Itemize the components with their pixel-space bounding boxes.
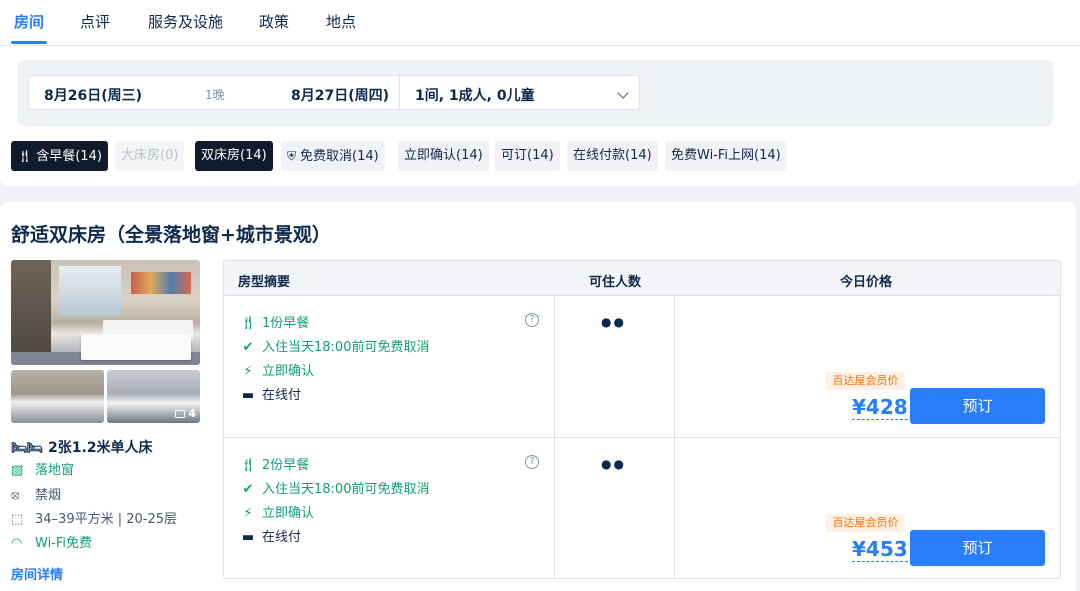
help-icon[interactable]: ?	[525, 313, 539, 327]
room-price[interactable]: ¥428	[852, 395, 908, 420]
cancel-policy: ✔ 入住当天18:00前可免费取消	[240, 336, 430, 355]
room-card: 舒适双床房（全景落地窗+城市景观） 4 🛏︎🛏︎ 2张1.2米单人床 ▨ 落地窗 ⦻…	[0, 202, 1076, 591]
breakfast-info: 🍴︎ 1份早餐	[240, 316, 310, 331]
filter-instant-confirm[interactable]: 立即确认(14)	[398, 141, 489, 171]
utensils-icon: 🍴︎	[240, 316, 257, 331]
book-button[interactable]: 预订	[910, 388, 1045, 424]
room-details-link[interactable]: 房间详情	[11, 564, 63, 583]
header-occupancy: 可住人数	[589, 275, 642, 290]
tab-bar: 房间 点评 服务及设施 政策 地点	[0, 0, 1080, 46]
payment-method: ▬ 在线付	[241, 530, 302, 545]
active-tab-indicator	[11, 41, 47, 44]
payment-method: ▬ 在线付	[241, 388, 302, 403]
checkin-date[interactable]: 8月26日(周三)	[44, 85, 142, 105]
shield-icon: ⛨	[287, 149, 297, 163]
room-thumbnail[interactable]	[11, 370, 104, 423]
guest-summary: 1间, 1成人, 0儿童	[415, 88, 535, 104]
filter-king-bed: 大床房(0)	[115, 141, 185, 171]
amenity-no-smoking: ⦻ 禁烟	[11, 488, 62, 503]
header-summary: 房型摘要	[238, 275, 291, 290]
room-thumbnail-more[interactable]: 4	[107, 370, 200, 423]
tab-policies[interactable]: 政策	[259, 11, 289, 32]
person-icon: ●	[613, 315, 626, 329]
tab-reviews[interactable]: 点评	[80, 11, 110, 32]
person-icon: ●	[601, 457, 614, 471]
person-icon: ●	[601, 315, 614, 329]
amenity-wifi: ◠ Wi-Fi免费	[11, 536, 93, 551]
member-price-tag: 百达屋会员价	[826, 372, 905, 390]
occupancy-icons: ●●	[601, 315, 626, 329]
filter-twin-bed[interactable]: 双床房(14)	[195, 141, 273, 171]
date-range-picker[interactable]: 8月26日(周三) 1晚 8月27日(周四)	[28, 75, 400, 110]
filter-breakfast[interactable]: 🍴︎ 含早餐(14)	[11, 141, 108, 171]
guest-selector[interactable]: 1间, 1成人, 0儿童	[399, 75, 640, 110]
rate-table: 房型摘要 可住人数 今日价格 🍴︎ 1份早餐 ? ✔ 入住当天18:00前可免费取消…	[223, 260, 1061, 579]
area-icon: ⬚	[11, 512, 24, 527]
row-divider	[224, 437, 1060, 438]
room-title: 舒适双床房（全景落地窗+城市景观）	[11, 224, 331, 246]
lightning-icon: ⚡︎	[243, 506, 253, 521]
header-price: 今日价格	[840, 275, 893, 290]
card-icon: ▬	[241, 530, 255, 545]
utensils-icon: 🍴︎	[17, 149, 33, 163]
occupancy-icons: ●●	[601, 457, 626, 471]
nights-count: 1晚	[205, 88, 225, 102]
help-icon[interactable]: ?	[525, 455, 539, 469]
cancel-policy: ✔ 入住当天18:00前可免费取消	[240, 478, 430, 497]
filter-online-pay[interactable]: 在线付款(14)	[567, 141, 658, 171]
room-price[interactable]: ¥453	[852, 537, 908, 562]
amenity-window: ▨ 落地窗	[11, 463, 75, 478]
check-circle-icon: ✔	[242, 340, 254, 355]
filter-free-wifi[interactable]: 免费Wi-Fi上网(14)	[665, 141, 787, 171]
check-circle-icon: ✔	[242, 482, 254, 497]
window-icon: ▨	[11, 463, 24, 478]
amenity-area-floor: ⬚ 34–39平方米 | 20-25层	[11, 512, 178, 527]
card-icon: ▬	[241, 388, 255, 403]
no-smoking-icon: ⦻	[11, 488, 20, 503]
breakfast-info: 🍴︎ 2份早餐	[240, 458, 310, 473]
person-icon: ●	[613, 457, 626, 471]
room-main-photo[interactable]	[11, 260, 200, 365]
rate-table-header: 房型摘要 可住人数 今日价格	[224, 261, 1060, 296]
book-button[interactable]: 预订	[910, 530, 1045, 566]
search-filter-card: 8月26日(周三) 1晚 8月27日(周四) 1间, 1成人, 0儿童 🍴︎ 含早…	[0, 46, 1080, 186]
tab-rooms[interactable]: 房间	[14, 11, 44, 32]
chevron-down-icon	[617, 87, 629, 99]
bed-icon: 🛏︎🛏︎	[11, 441, 43, 456]
filter-available[interactable]: 可订(14)	[495, 141, 560, 171]
bed-type: 🛏︎🛏︎ 2张1.2米单人床	[11, 440, 153, 456]
photo-count: 4	[175, 407, 196, 420]
checkout-date[interactable]: 8月27日(周四)	[291, 85, 389, 105]
tab-location[interactable]: 地点	[326, 11, 356, 32]
lightning-icon: ⚡︎	[243, 364, 253, 379]
instant-confirm: ⚡︎ 立即确认	[240, 360, 314, 379]
member-price-tag: 百达屋会员价	[826, 514, 905, 532]
wifi-icon: ◠	[11, 536, 23, 551]
search-panel: 8月26日(周三) 1晚 8月27日(周四) 1间, 1成人, 0儿童	[18, 60, 1053, 126]
utensils-icon: 🍴︎	[240, 458, 257, 473]
filter-free-cancel[interactable]: ⛨ 免费取消(14)	[281, 141, 385, 171]
tab-facilities[interactable]: 服务及设施	[148, 11, 223, 32]
photo-icon	[175, 410, 186, 418]
instant-confirm: ⚡︎ 立即确认	[240, 502, 314, 521]
